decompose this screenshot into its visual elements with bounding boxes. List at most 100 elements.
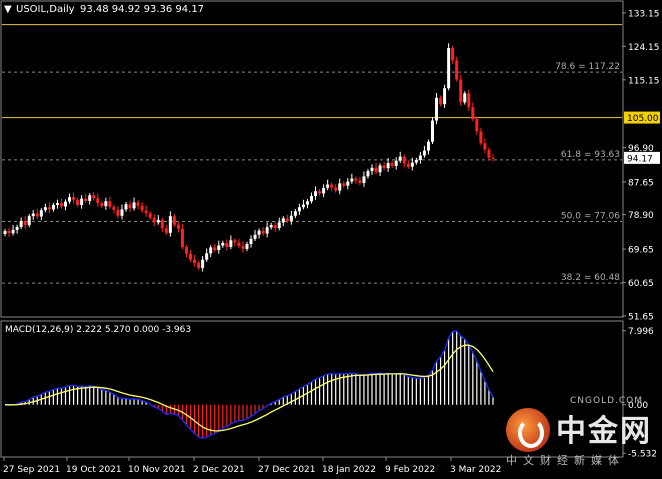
candle-body <box>378 165 382 173</box>
candle-body <box>193 259 197 264</box>
candle-body <box>346 181 350 186</box>
candle-body <box>221 242 225 246</box>
candle-body <box>277 222 281 229</box>
candle-body <box>213 247 217 250</box>
candle-body <box>366 171 370 177</box>
candle-body <box>209 247 213 254</box>
date-tick-label: 9 Feb 2022 <box>385 465 435 475</box>
candle-body <box>479 131 483 144</box>
candle-body <box>338 183 342 191</box>
candle-body <box>128 204 132 209</box>
candle-body <box>314 191 318 197</box>
candle-body <box>19 220 23 227</box>
candle-body <box>318 191 322 194</box>
candle-body <box>96 198 100 204</box>
fib-label: 78.6 = 117.22 <box>555 62 620 72</box>
candle-body <box>491 157 495 159</box>
candle-body <box>7 231 11 234</box>
candle-body <box>116 209 120 216</box>
candle-body <box>241 245 245 249</box>
candle-body <box>3 231 7 234</box>
candle-body <box>15 226 19 230</box>
candle-body <box>386 162 390 169</box>
candle-body <box>47 207 51 210</box>
candle-body <box>253 234 257 239</box>
candle-body <box>463 93 467 103</box>
candle-body <box>471 107 475 120</box>
macd-tick-label: 7.996 <box>628 327 654 337</box>
candle-body <box>261 230 265 234</box>
candle-body <box>140 205 144 211</box>
watermark: CNGOLD.COM 中金网 中文财经新媒体 <box>506 396 656 468</box>
candle-body <box>487 149 491 158</box>
candle-body <box>176 224 180 229</box>
candle-body <box>84 198 88 201</box>
candle-body <box>402 156 406 164</box>
date-tick-label: 3 Mar 2022 <box>450 465 501 475</box>
candle-body <box>297 207 301 212</box>
candle-body <box>11 229 15 234</box>
candle-body <box>237 242 241 246</box>
price-tick-label: 94.17 <box>627 154 653 164</box>
watermark-site: CNGOLD.COM <box>570 396 644 406</box>
candle-body <box>334 187 338 191</box>
candle-body <box>467 93 471 108</box>
candle-body <box>293 211 297 216</box>
date-tick-label: 27 Sep 2021 <box>3 465 60 475</box>
candle-body <box>23 220 27 226</box>
price-tick-label: 115.15 <box>628 76 660 86</box>
candle-body <box>362 176 366 184</box>
candle-body <box>245 244 249 249</box>
candle-body <box>172 216 176 225</box>
candle-body <box>390 162 394 166</box>
candle-body <box>144 210 148 214</box>
candle-body <box>152 217 156 223</box>
cngold-logo-icon <box>506 408 550 452</box>
candle-body <box>269 225 273 228</box>
watermark-brand: 中金网 <box>556 414 652 449</box>
candle-body <box>184 247 188 254</box>
fib-label: 61.8 = 93.63 <box>561 150 620 160</box>
candle-body <box>31 213 35 217</box>
candle-body <box>68 197 72 202</box>
candle-body <box>249 238 253 245</box>
macd-layer <box>4 330 494 439</box>
candle-body <box>64 201 68 207</box>
candle-body <box>217 245 221 250</box>
candle-body <box>136 202 140 206</box>
candle-body <box>451 48 455 61</box>
candle-body <box>168 216 172 233</box>
candle-body <box>342 183 346 186</box>
candle-body <box>475 119 479 132</box>
candle-body <box>43 207 47 211</box>
main-panel-frame <box>0 0 624 318</box>
candle-body <box>281 218 285 223</box>
candle-body <box>285 218 289 221</box>
candle-body <box>305 201 309 205</box>
candle-body <box>205 253 209 260</box>
candle-body <box>374 167 378 173</box>
candle-body <box>483 143 487 150</box>
candle-body <box>112 206 116 210</box>
candle-body <box>289 215 293 221</box>
candle-body <box>330 184 334 188</box>
price-tick-label: 124.15 <box>628 43 660 53</box>
date-tick-label: 10 Nov 2021 <box>128 465 186 475</box>
fib-label: 50.0 = 77.06 <box>561 211 620 221</box>
price-tick-label: 133.15 <box>628 9 660 19</box>
price-tick-label: 105.00 <box>627 114 659 124</box>
candle-body <box>132 202 136 209</box>
candle-body <box>382 165 386 169</box>
candle-body <box>201 259 205 268</box>
price-tick-label: 51.65 <box>628 313 654 323</box>
candle-body <box>27 216 31 226</box>
candle-body <box>265 227 269 234</box>
candle-body <box>430 120 434 142</box>
candle-body <box>394 160 398 166</box>
price-tick-label: 87.65 <box>628 179 654 189</box>
candle-body <box>233 240 237 243</box>
date-tick-label: 19 Oct 2021 <box>66 465 122 475</box>
dropdown-triangle-icon[interactable]: ▼ <box>4 4 12 15</box>
candle-body <box>354 178 358 181</box>
date-tick-label: 27 Dec 2021 <box>258 465 316 475</box>
